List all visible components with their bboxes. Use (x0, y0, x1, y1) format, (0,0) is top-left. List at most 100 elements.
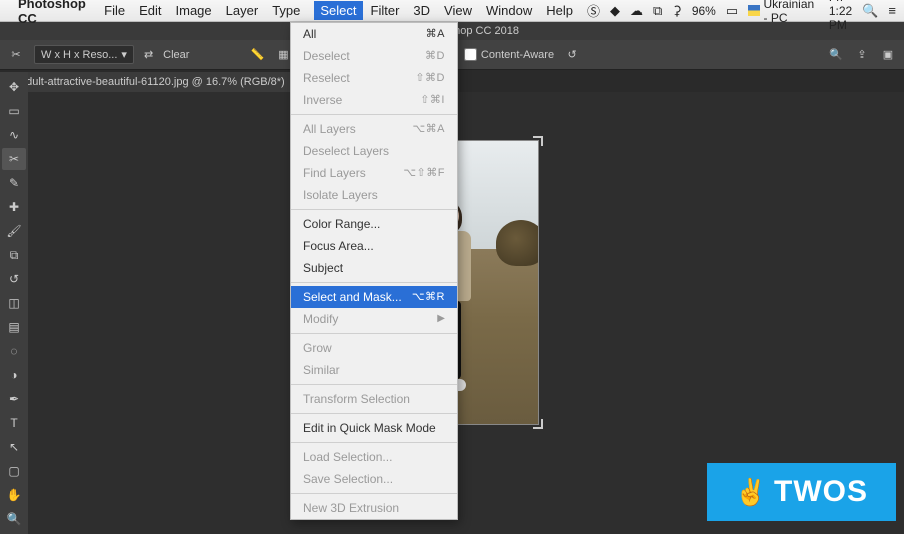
reset-crop-icon[interactable]: ↺ (564, 47, 580, 63)
cloud-icon[interactable]: ☁ (630, 3, 643, 19)
menu-item-label: New 3D Extrusion (303, 500, 399, 516)
menu-item-shortcut: ⇧⌘D (415, 70, 445, 86)
menu-file[interactable]: File (104, 3, 125, 18)
watermark-badge: ✌ TWOS (707, 463, 896, 521)
clone-stamp-tool[interactable]: ⧉ (2, 244, 26, 266)
menu-window[interactable]: Window (486, 3, 532, 18)
menu-item-label: Color Range... (303, 216, 380, 232)
chevron-down-icon: ▾ (121, 48, 127, 61)
menu-item-subject[interactable]: Subject (291, 257, 457, 279)
menu-item-shortcut: ⌥⌘A (412, 121, 445, 137)
menu-item-color-range[interactable]: Color Range... (291, 213, 457, 235)
clock[interactable]: Fri 1:22 PM (829, 0, 852, 32)
crop-tool-icon[interactable]: ✂ (8, 47, 24, 63)
menu-filter[interactable]: Filter (371, 3, 400, 18)
menu-type[interactable]: Type (272, 3, 300, 18)
dropbox-icon[interactable]: ⧉ (653, 3, 662, 19)
app-name[interactable]: Photoshop CC (18, 0, 90, 26)
eyedropper-tool[interactable]: ✎ (2, 172, 26, 194)
crop-ratio-label: W x H x Reso... (41, 49, 117, 61)
menu-item-edit-in-quick-mask-mode[interactable]: Edit in Quick Mask Mode (291, 417, 457, 439)
menu-item-inverse: Inverse ⇧⌘I (291, 89, 457, 111)
dodge-tool[interactable]: ◑ (2, 364, 26, 386)
battery-icon[interactable]: ▭ (726, 3, 738, 19)
menu-item-label: Deselect (303, 48, 350, 64)
workspace-icon[interactable]: ▣ (880, 47, 896, 63)
menu-extras-icon[interactable]: ≡ (888, 3, 896, 18)
document-tab-title: adult-attractive-beautiful-61120.jpg @ 1… (20, 76, 285, 88)
menu-image[interactable]: Image (176, 3, 212, 18)
crop-tool[interactable]: ✂ (2, 148, 26, 170)
content-aware-checkbox[interactable]: Content-Aware (464, 48, 554, 61)
diamond-icon[interactable]: ◆ (610, 3, 620, 19)
healing-brush-tool[interactable]: ✚ (2, 196, 26, 218)
battery-percent[interactable]: 96% (692, 4, 716, 18)
menu-item-label: All (303, 26, 316, 42)
content-aware-input[interactable] (464, 48, 477, 61)
gradient-tool[interactable]: ▤ (2, 316, 26, 338)
menu-item-label: Save Selection... (303, 471, 393, 487)
blur-tool[interactable]: ◌ (2, 340, 26, 362)
menu-item-label: Subject (303, 260, 343, 276)
menu-item-select-and-mask[interactable]: Select and Mask...⌥⌘R (291, 286, 457, 308)
eraser-tool[interactable]: ◫ (2, 292, 26, 314)
menu-item-label: All Layers (303, 121, 356, 137)
flag-icon (748, 5, 759, 16)
shape-tool[interactable]: ▢ (2, 460, 26, 482)
menu-layer[interactable]: Layer (226, 3, 259, 18)
marquee-tool[interactable]: ▭ (2, 100, 26, 122)
straighten-icon[interactable]: 📏 (249, 47, 265, 63)
menu-item-label: Find Layers (303, 165, 366, 181)
input-source[interactable]: Ukrainian - PC (748, 0, 819, 25)
type-tool[interactable]: T (2, 412, 26, 434)
menu-item-label: Load Selection... (303, 449, 392, 465)
wifi-icon[interactable]: ⚳ (672, 3, 682, 19)
menu-item-reselect: Reselect⇧⌘D (291, 67, 457, 89)
menu-item-label: Isolate Layers (303, 187, 378, 203)
swap-icon[interactable]: ⇄ (144, 48, 153, 61)
menu-item-modify: Modify▶ (291, 308, 457, 330)
search-icon[interactable]: 🔍 (828, 47, 844, 63)
spotlight-icon[interactable]: 🔍 (862, 3, 878, 19)
menu-item-focus-area[interactable]: Focus Area... (291, 235, 457, 257)
menu-item-label: Inverse (303, 92, 342, 108)
menu-item-label: Similar (303, 362, 340, 378)
menubar-status-area: Ⓢ ◆ ☁ ⧉ ⚳ 96% ▭ Ukrainian - PC Fri 1:22 … (587, 0, 896, 32)
watermark-text: TWOS (774, 475, 868, 509)
menu-item-all[interactable]: All⌘A (291, 23, 457, 45)
select-menu-dropdown: All⌘ADeselect⌘DReselect⇧⌘D Inverse ⇧⌘I All … (290, 22, 458, 520)
menu-edit[interactable]: Edit (139, 3, 161, 18)
menu-3d[interactable]: 3D (413, 3, 430, 18)
menu-item-deselect: Deselect⌘D (291, 45, 457, 67)
history-brush-tool[interactable]: ↺ (2, 268, 26, 290)
path-select-tool[interactable]: ↖ (2, 436, 26, 458)
menu-item-save-selection: Save Selection... (291, 468, 457, 490)
menu-select[interactable]: Select (314, 1, 362, 20)
document-tab[interactable]: adult-attractive-beautiful-61120.jpg @ 1… (10, 72, 307, 92)
menu-item-deselect-layers: Deselect Layers (291, 140, 457, 162)
menu-item-grow: Grow (291, 337, 457, 359)
menu-item-load-selection: Load Selection... (291, 446, 457, 468)
menu-item-label: Grow (303, 340, 332, 356)
menu-item-label: Focus Area... (303, 238, 374, 254)
menu-item-isolate-layers: Isolate Layers (291, 184, 457, 206)
pen-tool[interactable]: ✒ (2, 388, 26, 410)
menu-item-all-layers: All Layers ⌥⌘A (291, 118, 457, 140)
crop-handle-br[interactable] (533, 419, 543, 429)
share-icon[interactable]: ⇪ (854, 47, 870, 63)
lasso-tool[interactable]: ∿ (2, 124, 26, 146)
skype-icon[interactable]: Ⓢ (587, 1, 600, 20)
clear-button[interactable]: Clear (163, 49, 189, 61)
crop-ratio-select[interactable]: W x H x Reso... ▾ (34, 45, 134, 64)
brush-tool[interactable]: 🖌 (2, 220, 26, 242)
zoom-tool[interactable]: 🔍 (2, 508, 26, 530)
menu-view[interactable]: View (444, 3, 472, 18)
crop-handle-tr[interactable] (533, 136, 543, 146)
move-tool[interactable]: ✥ (2, 76, 26, 98)
hand-tool[interactable]: ✋ (2, 484, 26, 506)
menu-item-shortcut: ⇧⌘I (420, 92, 445, 108)
menu-item-label: Modify (303, 311, 338, 327)
menu-help[interactable]: Help (546, 3, 573, 18)
menu-item-new-3d-extrusion: New 3D Extrusion (291, 497, 457, 519)
peace-hand-icon: ✌ (735, 477, 768, 508)
